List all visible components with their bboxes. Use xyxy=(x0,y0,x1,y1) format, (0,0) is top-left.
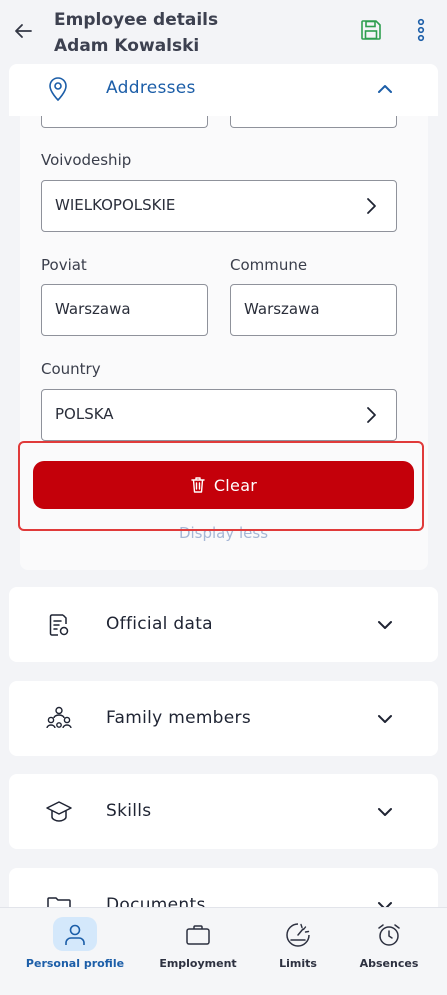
family-members-icon xyxy=(46,706,72,729)
content-scroll-area[interactable]: Addresses Voivodeship WIELKOPOLSKIE Povi… xyxy=(0,62,447,907)
addresses-title: Addresses xyxy=(106,78,196,98)
chevron-right-icon xyxy=(367,407,376,423)
person-icon xyxy=(65,924,85,945)
more-vertical-icon[interactable] xyxy=(412,17,430,43)
nav-absences[interactable]: Absences xyxy=(334,908,444,995)
nav-employment-label: Employment xyxy=(159,957,237,970)
voivodeship-field[interactable]: WIELKOPOLSKIE xyxy=(41,180,397,232)
trash-icon xyxy=(191,477,205,493)
alarm-clock-icon xyxy=(378,924,400,946)
nav-absences-label: Absences xyxy=(359,957,419,970)
nav-personal-profile[interactable]: Personal profile xyxy=(20,908,130,995)
page-title-line1: Employee details xyxy=(54,10,219,30)
addresses-section-header[interactable]: Addresses xyxy=(9,64,438,116)
bottom-navigation: Personal profile Employment Limits Absen… xyxy=(0,907,447,995)
skills-title: Skills xyxy=(106,801,152,821)
briefcase-icon xyxy=(186,925,210,945)
official-data-icon xyxy=(49,614,69,636)
documents-section[interactable]: Documents xyxy=(9,868,438,907)
voivodeship-value: WIELKOPOLSKIE xyxy=(55,196,176,214)
voivodeship-label: Voivodeship xyxy=(41,151,132,169)
clear-button-label: Clear xyxy=(213,475,258,495)
official-data-section[interactable]: Official data xyxy=(9,587,438,662)
page-title-line2: Adam Kowalski xyxy=(54,36,200,56)
location-pin-icon xyxy=(49,77,67,102)
commune-field[interactable]: Warszawa xyxy=(230,284,397,336)
documents-title: Documents xyxy=(106,895,206,907)
documents-icon xyxy=(47,897,71,907)
skills-icon xyxy=(46,801,72,822)
country-value: POLSKA xyxy=(55,405,114,423)
skills-section[interactable]: Skills xyxy=(9,774,438,849)
poviat-value: Warszawa xyxy=(55,300,131,318)
commune-value: Warszawa xyxy=(244,300,320,318)
back-arrow-icon[interactable] xyxy=(12,20,34,42)
chevron-right-icon xyxy=(367,198,376,214)
chevron-up-icon[interactable] xyxy=(375,79,395,99)
chevron-down-icon[interactable] xyxy=(375,615,395,635)
chevron-down-icon[interactable] xyxy=(375,896,395,907)
country-label: Country xyxy=(41,360,101,378)
official-data-title: Official data xyxy=(106,614,213,634)
nav-employment[interactable]: Employment xyxy=(143,908,253,995)
chevron-down-icon[interactable] xyxy=(375,709,395,729)
family-members-title: Family members xyxy=(106,708,251,728)
clear-button[interactable]: Clear xyxy=(33,461,414,509)
family-members-section[interactable]: Family members xyxy=(9,681,438,756)
poviat-label: Poviat xyxy=(41,256,87,274)
save-icon[interactable] xyxy=(359,18,383,42)
commune-label: Commune xyxy=(230,256,308,274)
page-title: Employee details Adam Kowalski xyxy=(54,7,218,59)
nav-personal-profile-label: Personal profile xyxy=(25,957,125,970)
app-header: Employee details Adam Kowalski xyxy=(0,0,447,62)
country-field[interactable]: POLSKA xyxy=(41,389,397,441)
poviat-field[interactable]: Warszawa xyxy=(41,284,208,336)
limits-gauge-icon xyxy=(286,923,310,947)
chevron-down-icon[interactable] xyxy=(375,802,395,822)
